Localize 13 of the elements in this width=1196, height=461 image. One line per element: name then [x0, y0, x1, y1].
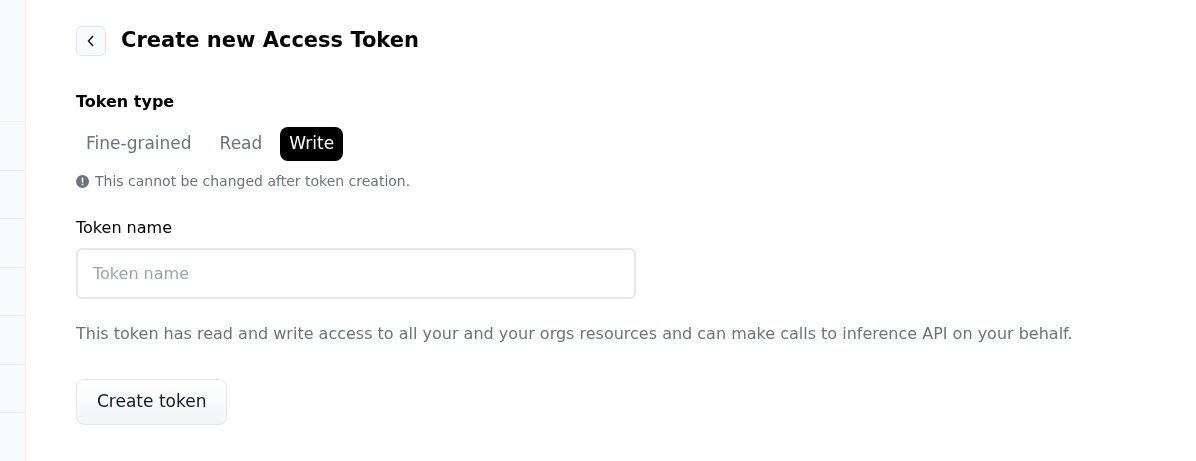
token-type-tab[interactable]: Read: [209, 126, 273, 161]
description-text: This token has read and write access to all your and your orgs resources and can make calls to inference API on your behalf.: [76, 322, 1073, 345]
info-icon: [76, 174, 89, 188]
page-title: Create new Access Token: [121, 27, 419, 54]
token-name-field[interactable]: Token name: [76, 247, 636, 299]
create-token-button[interactable]: Create token: [76, 378, 228, 425]
chevron-left-icon: [87, 34, 95, 47]
field-label: Token name: [76, 216, 173, 239]
section-label: Token type: [76, 90, 176, 113]
token-type-tab[interactable]: Write: [280, 126, 344, 161]
token-type-tab[interactable]: Fine-grained: [76, 126, 202, 161]
note-text: This cannot be changed after token creation.: [95, 171, 411, 191]
back-button[interactable]: [76, 25, 106, 56]
